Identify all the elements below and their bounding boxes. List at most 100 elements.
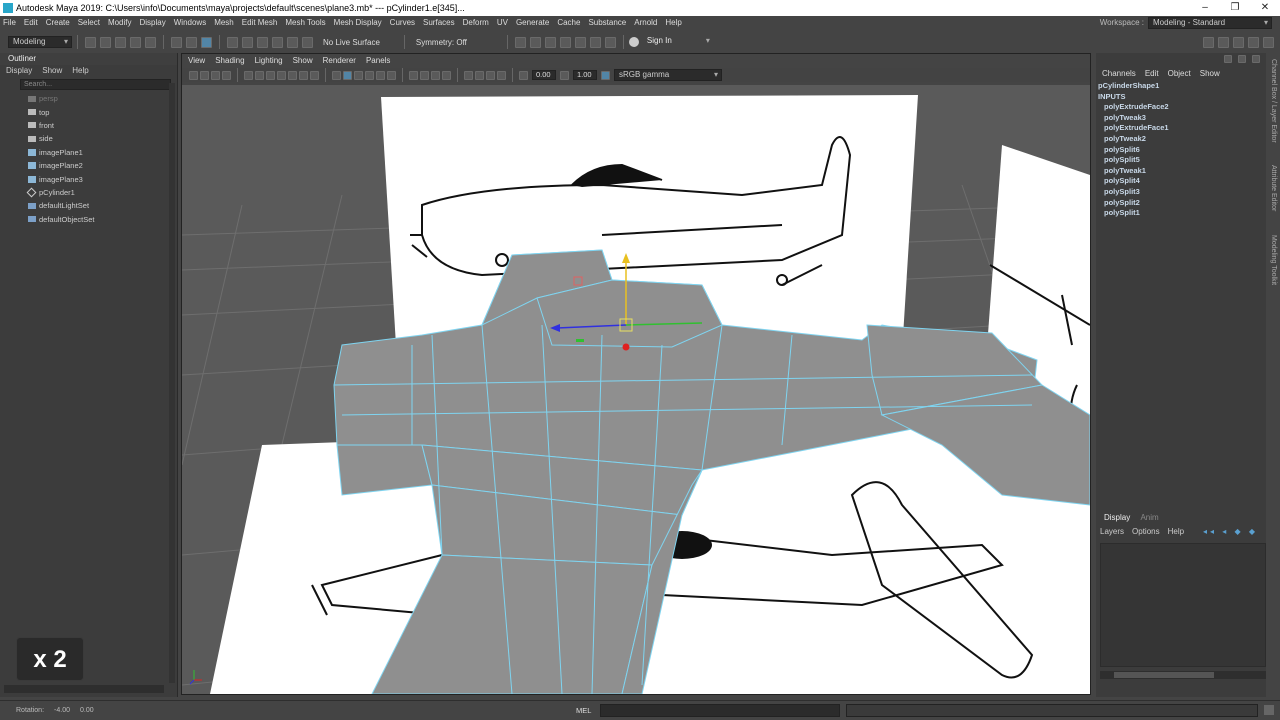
depth-of-field-icon[interactable] <box>442 70 451 80</box>
outliner-hscrollbar[interactable] <box>4 685 164 693</box>
menu-cache[interactable]: Cache <box>557 18 580 27</box>
channel-box-shape[interactable]: pCylinderShape1 <box>1098 81 1266 92</box>
select-component-icon[interactable] <box>201 36 212 48</box>
channel-box-input-node[interactable]: polySplit4 <box>1098 176 1266 187</box>
exposure-field[interactable]: 0.00 <box>532 70 556 80</box>
help-menu[interactable]: Help <box>1168 525 1184 539</box>
outliner-item[interactable]: imagePlane2 <box>0 159 177 172</box>
channel-box-option-icon[interactable] <box>1224 55 1232 63</box>
menu-select[interactable]: Select <box>78 18 100 27</box>
channel-box-input-node[interactable]: polySplit3 <box>1098 187 1266 198</box>
channel-box-menu-show[interactable]: Show <box>1200 69 1220 78</box>
channel-box-input-node[interactable]: polySplit5 <box>1098 155 1266 166</box>
redo-icon[interactable] <box>145 36 156 48</box>
sign-in-button[interactable]: Sign In <box>642 36 713 48</box>
outliner-item[interactable]: imagePlane3 <box>0 172 177 185</box>
menu-help[interactable]: Help <box>665 18 681 27</box>
viewport-menu-view[interactable]: View <box>188 56 205 65</box>
symmetry-select[interactable]: Symmetry: Off <box>416 38 467 47</box>
wireframe-icon[interactable] <box>332 70 341 80</box>
viewport-menu-panels[interactable]: Panels <box>366 56 390 65</box>
menu-uv[interactable]: UV <box>497 18 508 27</box>
grid-toggle-icon[interactable] <box>244 70 253 80</box>
layer-list[interactable] <box>1100 543 1266 667</box>
channel-box-input-node[interactable]: polyExtrudeFace2 <box>1098 102 1266 113</box>
xray-icon[interactable] <box>475 70 484 80</box>
channel-box-input-node[interactable]: polyTweak3 <box>1098 113 1266 124</box>
menu-arnold[interactable]: Arnold <box>634 18 657 27</box>
outliner-item[interactable]: imagePlane1 <box>0 146 177 159</box>
menu-mesh-tools[interactable]: Mesh Tools <box>285 18 325 27</box>
close-button[interactable]: ✕ <box>1250 0 1280 16</box>
view-transform-select[interactable]: sRGB gamma <box>614 69 722 81</box>
xray-joints-icon[interactable] <box>486 70 495 80</box>
menu-display[interactable]: Display <box>140 18 166 27</box>
viewport-menu-renderer[interactable]: Renderer <box>323 56 356 65</box>
attribute-editor-icon[interactable] <box>1218 36 1229 48</box>
save-scene-icon[interactable] <box>115 36 126 48</box>
mel-label[interactable]: MEL <box>576 706 591 715</box>
menu-edit[interactable]: Edit <box>24 18 38 27</box>
script-editor-icon[interactable] <box>1264 705 1274 715</box>
motion-blur-icon[interactable] <box>420 70 429 80</box>
outliner-item[interactable]: persp <box>0 92 177 105</box>
menu-edit-mesh[interactable]: Edit Mesh <box>242 18 278 27</box>
menu-surfaces[interactable]: Surfaces <box>423 18 455 27</box>
arnold-render-icon[interactable] <box>589 36 601 48</box>
wireframe-on-shaded-icon[interactable] <box>354 70 363 80</box>
layers-menu[interactable]: Layers <box>1100 525 1124 539</box>
command-line-input[interactable] <box>600 704 840 717</box>
outliner-scrollbar[interactable] <box>169 83 175 683</box>
tab-channel-box-layer-editor[interactable]: Channel Box / Layer Editor <box>1270 59 1277 143</box>
safe-action-icon[interactable] <box>299 70 308 80</box>
channel-box-menu-edit[interactable]: Edit <box>1145 69 1159 78</box>
backface-icon[interactable] <box>497 70 506 80</box>
channel-box-menu-object[interactable]: Object <box>1168 69 1191 78</box>
outliner-item[interactable]: pCylinder1 <box>0 186 177 199</box>
snap-grid-icon[interactable] <box>227 36 238 48</box>
film-gate-icon[interactable] <box>255 70 264 80</box>
outliner-item[interactable]: front <box>0 119 177 132</box>
menu-set-select[interactable]: Modeling <box>8 36 72 48</box>
snap-curve-icon[interactable] <box>242 36 253 48</box>
menu-modify[interactable]: Modify <box>108 18 132 27</box>
playblast-icon[interactable] <box>604 36 616 48</box>
outliner-item[interactable]: defaultObjectSet <box>0 213 177 226</box>
menu-curves[interactable]: Curves <box>390 18 415 27</box>
channel-box-menu-channels[interactable]: Channels <box>1102 69 1136 78</box>
outliner-item[interactable]: top <box>0 105 177 118</box>
channel-box-icon[interactable] <box>1248 36 1259 48</box>
tool-settings-icon[interactable] <box>1233 36 1244 48</box>
color-management-icon[interactable] <box>601 70 610 80</box>
workspace-select[interactable]: Modeling - Standard <box>1148 17 1272 29</box>
open-scene-icon[interactable] <box>100 36 111 48</box>
layer-hscrollbar[interactable] <box>1100 671 1266 679</box>
viewport-menu-lighting[interactable]: Lighting <box>255 56 283 65</box>
resolution-gate-icon[interactable] <box>266 70 275 80</box>
viewport-menu-show[interactable]: Show <box>293 56 313 65</box>
tab-attribute-editor[interactable]: Attribute Editor <box>1270 165 1277 211</box>
menu-file[interactable]: File <box>3 18 16 27</box>
channel-box-collapse-icon[interactable] <box>1252 55 1260 63</box>
undo-icon[interactable] <box>130 36 141 48</box>
outliner-item[interactable]: side <box>0 132 177 145</box>
bookmark-icon[interactable] <box>211 70 220 80</box>
smooth-shade-icon[interactable] <box>343 70 352 80</box>
channel-box-input-node[interactable]: polySplit1 <box>1098 208 1266 219</box>
3d-scene-view[interactable] <box>182 85 1090 694</box>
camera-select-icon[interactable] <box>189 70 198 80</box>
gamma-icon[interactable] <box>560 70 569 80</box>
gamma-field[interactable]: 1.00 <box>573 70 597 80</box>
tab-display-layers[interactable]: Display <box>1104 513 1130 522</box>
snap-point-icon[interactable] <box>257 36 268 48</box>
make-live-icon[interactable] <box>302 36 313 48</box>
menu-mesh[interactable]: Mesh <box>214 18 234 27</box>
tab-modeling-toolkit[interactable]: Modeling Toolkit <box>1270 235 1277 285</box>
exposure-icon[interactable] <box>519 70 528 80</box>
select-hierarchy-icon[interactable] <box>171 36 182 48</box>
menu-substance[interactable]: Substance <box>588 18 626 27</box>
image-plane-toggle-icon[interactable] <box>222 70 231 80</box>
options-menu[interactable]: Options <box>1132 525 1160 539</box>
render-view-icon[interactable] <box>514 36 526 48</box>
shadows-icon[interactable] <box>387 70 396 80</box>
